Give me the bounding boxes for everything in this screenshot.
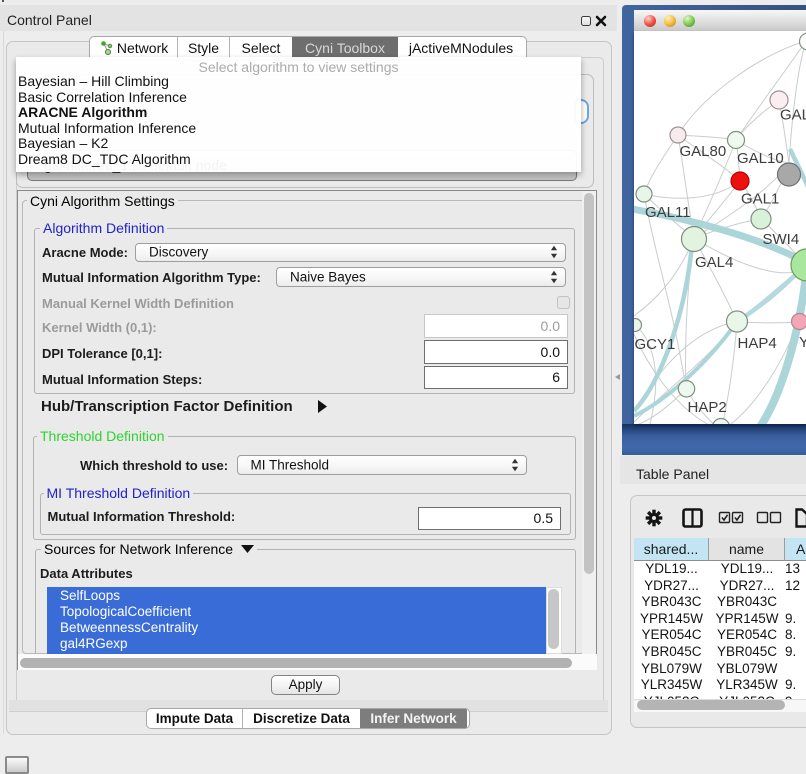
svg-text:HAP4: HAP4: [737, 335, 776, 352]
svg-text:GAL10: GAL10: [737, 150, 784, 167]
svg-text:YP: YP: [799, 334, 806, 351]
svg-text:GAL80: GAL80: [679, 143, 726, 160]
svg-text:GAL7: GAL7: [780, 107, 806, 124]
svg-text:GAL1: GAL1: [741, 191, 779, 208]
svg-text:GAL11: GAL11: [645, 204, 691, 221]
svg-text:SWI4: SWI4: [762, 231, 799, 248]
svg-text:GCY1: GCY1: [634, 336, 675, 353]
svg-text:GAL4: GAL4: [695, 254, 733, 271]
svg-text:HAP2: HAP2: [687, 399, 726, 416]
